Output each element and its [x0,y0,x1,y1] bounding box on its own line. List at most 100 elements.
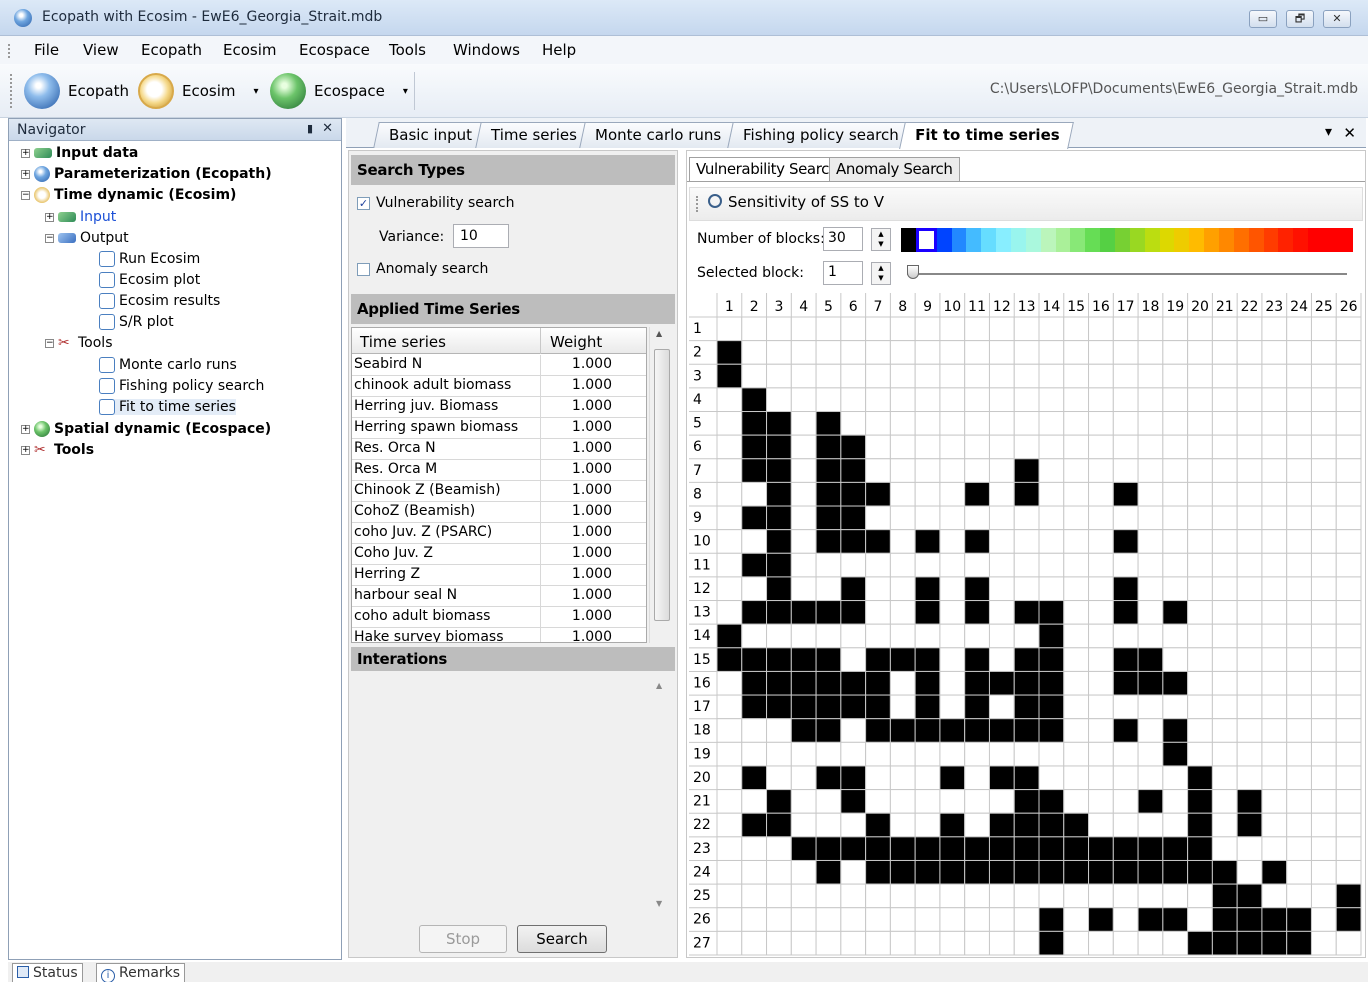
matrix-cell[interactable] [1286,552,1312,578]
matrix-cell[interactable] [1211,670,1238,696]
matrix-cell[interactable] [1162,411,1189,436]
matrix-cell[interactable] [865,907,891,932]
matrix-cell[interactable] [1335,600,1362,625]
matrix-cell[interactable] [1112,363,1139,389]
matrix-cell[interactable] [1261,600,1288,625]
matrix-cell[interactable] [1335,481,1362,507]
matrix-cell[interactable] [1187,505,1213,531]
weight-value[interactable]: 1.000 [542,482,612,498]
matrix-cell[interactable] [1335,576,1362,602]
matrix-cell-filled[interactable] [865,859,891,885]
matrix-cell[interactable] [1335,387,1362,413]
matrix-cell[interactable] [914,765,941,791]
matrix-cell[interactable] [1310,529,1337,554]
scroll-up-icon[interactable]: ▲ [656,329,662,338]
weight-value[interactable]: 1.000 [542,566,612,582]
matrix-cell[interactable] [840,883,867,909]
matrix-cell[interactable] [865,340,891,365]
matrix-cell-filled[interactable] [741,647,768,672]
matrix-cell[interactable] [1088,552,1114,578]
matrix-cell-filled[interactable] [1013,694,1040,720]
matrix-cell-filled[interactable] [988,765,1015,791]
matrix-cell[interactable] [840,411,867,436]
matrix-cell[interactable] [1187,529,1213,554]
matrix-cell-filled[interactable] [1137,789,1164,814]
matrix-cell[interactable] [1236,387,1263,413]
matrix-cell-filled[interactable] [1211,930,1238,956]
matrix-cell[interactable] [1187,458,1213,483]
matrix-cell[interactable] [1236,741,1263,767]
palette-block-20[interactable] [1189,228,1205,252]
palette-block-18[interactable] [1159,228,1175,252]
matrix-cell[interactable] [716,670,743,696]
matrix-cell[interactable] [1088,741,1114,767]
matrix-cell[interactable] [1310,883,1337,909]
tree-spatial-dynamic[interactable]: + Spatial dynamic (Ecospace) [21,421,271,437]
matrix-cell[interactable] [1335,411,1362,436]
scroll-down-icon[interactable]: ▼ [656,899,662,908]
table-row[interactable]: chinook adult biomass 1.000 [352,376,646,397]
matrix-cell[interactable] [1038,481,1065,507]
matrix-cell-filled[interactable] [716,623,743,649]
matrix-cell[interactable] [1261,529,1288,554]
matrix-cell[interactable] [790,789,817,814]
matrix-cell[interactable] [939,647,966,672]
matrix-cell[interactable] [1335,836,1362,861]
matrix-cell[interactable] [914,930,941,956]
matrix-cell[interactable] [1236,647,1263,672]
matrix-cell[interactable] [840,718,867,743]
matrix-cell[interactable] [1211,623,1238,649]
checkbox-checked-icon[interactable]: ✓ [357,196,370,210]
matrix-cell[interactable] [766,765,792,791]
matrix-cell[interactable] [741,529,768,554]
anomaly-search-checkbox[interactable]: Anomaly search [357,261,488,277]
weight-value[interactable]: 1.000 [542,608,612,624]
pin-icon[interactable]: ▮ [307,122,313,135]
matrix-cell[interactable] [716,812,743,838]
matrix-cell[interactable] [1335,623,1362,649]
matrix-cell[interactable] [1261,411,1288,436]
matrix-cell-filled[interactable] [790,718,817,743]
matrix-cell[interactable] [914,387,941,413]
matrix-cell[interactable] [1088,694,1114,720]
tree-parameterization[interactable]: + Parameterization (Ecopath) [21,166,272,182]
matrix-cell-filled[interactable] [1137,647,1164,672]
matrix-cell[interactable] [939,340,966,365]
num-blocks-spinner[interactable]: ▲ ▼ [871,228,891,251]
matrix-cell[interactable] [1286,600,1312,625]
matrix-cell[interactable] [1088,576,1114,602]
matrix-cell-filled[interactable] [865,529,891,554]
tree-run-ecosim[interactable]: Run Ecosim [99,251,200,267]
matrix-cell[interactable] [766,836,792,861]
matrix-cell[interactable] [889,316,916,342]
matrix-cell[interactable] [1335,694,1362,720]
matrix-cell[interactable] [1187,600,1213,625]
palette-block-1[interactable] [901,228,916,252]
matrix-cell-filled[interactable] [766,694,792,720]
matrix-cell[interactable] [889,434,916,460]
matrix-cell[interactable] [1310,694,1337,720]
matrix-cell[interactable] [1063,600,1090,625]
matrix-cell[interactable] [1088,765,1114,791]
matrix-cell[interactable] [939,907,966,932]
matrix-cell[interactable] [815,741,842,767]
matrix-cell-filled[interactable] [889,718,916,743]
matrix-cell[interactable] [1063,505,1090,531]
matrix-cell[interactable] [790,907,817,932]
matrix-cell[interactable] [988,576,1015,602]
matrix-cell[interactable] [1063,552,1090,578]
matrix-cell[interactable] [716,505,743,531]
matrix-cell[interactable] [1088,316,1114,342]
matrix-cell[interactable] [1211,340,1238,365]
navigator-close-icon[interactable]: ✕ [322,121,333,136]
matrix-cell-filled[interactable] [840,836,867,861]
matrix-cell[interactable] [1063,694,1090,720]
matrix-cell[interactable] [1286,836,1312,861]
matrix-cell[interactable] [889,930,916,956]
matrix-cell[interactable] [1063,670,1090,696]
matrix-cell[interactable] [1261,670,1288,696]
matrix-cell[interactable] [914,316,941,342]
matrix-cell[interactable] [815,576,842,602]
matrix-cell-filled[interactable] [1187,930,1213,956]
palette-block-3[interactable] [936,228,952,252]
